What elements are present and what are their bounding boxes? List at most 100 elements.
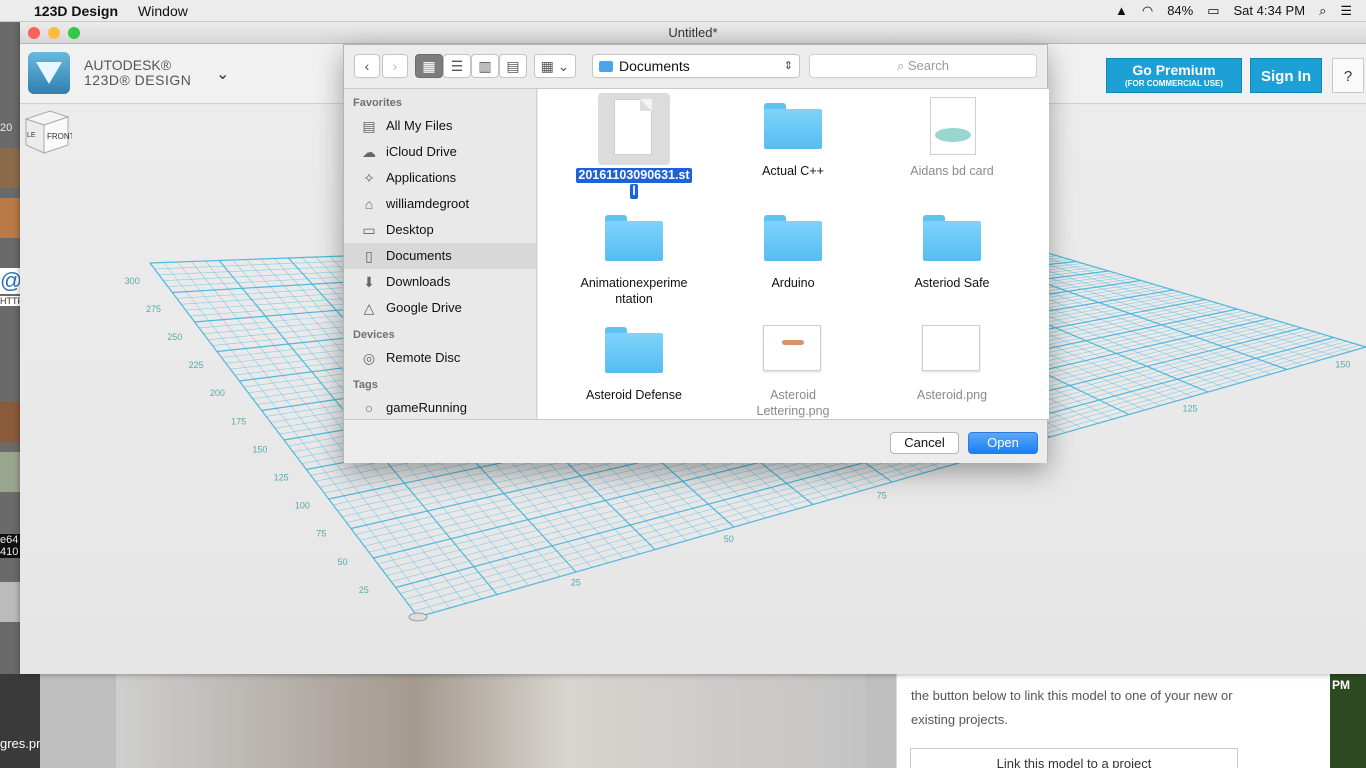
list-view-button[interactable]: ☰ [443,54,471,78]
all-files-icon: ▤ [362,118,376,134]
sidebar-item-label: gameRunning [386,400,467,415]
file-name-line1: 20161103090631.st [576,168,692,183]
window-title: Untitled* [668,25,718,40]
grid-tick-label: 275 [146,304,161,314]
app-logo-icon[interactable] [28,52,70,94]
sidebar-item-applications[interactable]: ✧ Applications [344,165,536,191]
link-project-button[interactable]: Link this model to a project [910,748,1238,768]
background-photo [116,674,866,768]
sidebar-item-desktop[interactable]: ▭ Desktop [344,217,536,243]
battery-icon[interactable]: ▭ [1207,3,1219,19]
back-button[interactable]: ‹ [354,54,380,78]
sidebar-item-all-my-files[interactable]: ▤ All My Files [344,113,536,139]
window-titlebar[interactable]: Untitled* [20,22,1366,44]
desktop-fragment: 410 [0,546,20,558]
go-premium-button[interactable]: Go Premium (FOR COMMERCIAL USE) [1106,58,1242,93]
sidebar-item-label: Applications [386,170,457,185]
sidebar-item-label: All My Files [386,118,453,133]
grid-tick-label: 125 [274,473,289,483]
file-name: Aidans bd card [910,164,994,178]
forward-button[interactable]: › [382,54,408,78]
background-time-fragment: PM [1332,678,1350,692]
viewcube-icon[interactable]: LE FRONT [20,105,72,157]
open-button[interactable]: Open [968,432,1038,454]
location-popup[interactable]: Documents ⇕ [592,54,800,78]
file-item-asteroid-defense[interactable]: Asteroid Defense [554,317,714,403]
menu-app-name[interactable]: 123D Design [34,3,118,19]
folder-icon [920,205,984,269]
brand-line1: AUTODESK® [84,57,172,73]
sidebar-item-documents[interactable]: ▯ Documents [344,243,536,269]
grid-tick-label: 150 [252,444,267,454]
documents-folder-icon [599,61,613,72]
grid-tick-label: 175 [231,416,246,426]
image-thumbnail-icon [920,93,984,157]
sidebar-item-label: Desktop [386,222,434,237]
sidebar-item-home[interactable]: ⌂ williamdegroot [344,191,536,217]
file-name: Actual C++ [762,164,824,178]
grid-tick-label: 75 [877,490,887,500]
menu-window[interactable]: Window [138,3,188,19]
column-view-button[interactable]: ▥ [471,54,499,78]
file-item-actual-cpp[interactable]: Actual C++ [713,93,873,179]
coverflow-view-button[interactable]: ▤ [499,54,527,78]
minimize-window-button[interactable] [48,27,60,39]
cancel-button[interactable]: Cancel [890,432,959,454]
sidebar-heading-devices: Devices [353,329,395,341]
icon-view-button[interactable]: ▦ [415,54,443,78]
file-item-arduino[interactable]: Arduino [713,205,873,291]
file-item-asteriod-safe[interactable]: Asteriod Safe [872,205,1032,291]
sidebar-item-icloud-drive[interactable]: ☁ iCloud Drive [344,139,536,165]
file-name-line2: Lettering.png [756,404,830,418]
menu-bar: 123D Design Window ▲ ◠ 84% ▭ Sat 4:34 PM… [0,0,1366,22]
origin-marker [408,612,428,622]
close-window-button[interactable] [28,27,40,39]
file-item-animationexperimentation[interactable]: Animationexperime ntation [554,205,714,307]
viewcube-left-label: LE [27,132,36,139]
sidebar-item-downloads[interactable]: ⬇ Downloads [344,269,536,295]
file-item-stl[interactable]: 20161103090631.st l [554,93,714,199]
clock[interactable]: Sat 4:34 PM [1234,3,1306,18]
help-button[interactable]: ? [1332,58,1364,93]
grid-tick-label: 25 [571,577,581,587]
go-premium-sublabel: (FOR COMMERCIAL USE) [1124,79,1224,88]
desktop-icon: ▭ [362,222,376,238]
grid-tick-label: 250 [167,332,182,342]
tag-circle-icon: ○ [364,400,374,416]
notification-center-icon[interactable]: ☰ [1340,3,1352,19]
sidebar-item-label: Downloads [386,274,451,289]
file-name: Animationexperime ntation [554,275,714,307]
sidebar-item-tag-gamerunning[interactable]: ○ gameRunning [344,395,536,419]
file-thumb [598,93,670,165]
battery-percent[interactable]: 84% [1167,3,1193,18]
zoom-window-button[interactable] [68,27,80,39]
file-item-aidans-bd-card[interactable]: Aidans bd card [872,93,1032,179]
grid-tick-label: 25 [359,585,369,595]
spotlight-search-icon[interactable]: ⌕ [1319,3,1326,19]
google-drive-icon: △ [363,300,375,316]
google-drive-status-icon[interactable]: ▲ [1115,3,1128,18]
go-premium-label: Go Premium [1132,62,1216,78]
chevron-down-icon[interactable]: ⌄ [216,64,229,84]
desktop-background-left: 20 @ HTTP e64 410 [0,22,20,768]
arrange-menu-button[interactable]: ▦ ⌄ [534,54,576,78]
folder-icon [602,205,666,269]
file-item-asteroid-png[interactable]: Asteroid.png [872,317,1032,403]
wifi-icon[interactable]: ◠ [1142,3,1153,19]
file-item-asteroid-lettering[interactable]: Asteroid Lettering.png [713,317,873,419]
grid-tick-label: 200 [210,388,225,398]
sidebar-item-google-drive[interactable]: △ Google Drive [344,295,536,321]
search-placeholder: Search [907,58,950,73]
search-field[interactable]: ⌕ Search [809,54,1037,78]
image-thumbnail-icon [761,317,825,381]
folder-icon [602,317,666,381]
panel-text: existing projects. [911,712,1008,727]
folder-icon [761,205,825,269]
desktop-background-bottom-left: gres.pn [0,674,43,768]
background-browser-page: the button below to link this model to o… [40,674,1366,768]
sign-in-button[interactable]: Sign In [1250,58,1322,93]
sidebar-item-remote-disc[interactable]: ◎ Remote Disc [344,345,536,371]
grid-tick-label: 150 [1335,360,1350,370]
location-label: Documents [619,58,690,74]
grid-tick-label: 300 [125,276,140,286]
